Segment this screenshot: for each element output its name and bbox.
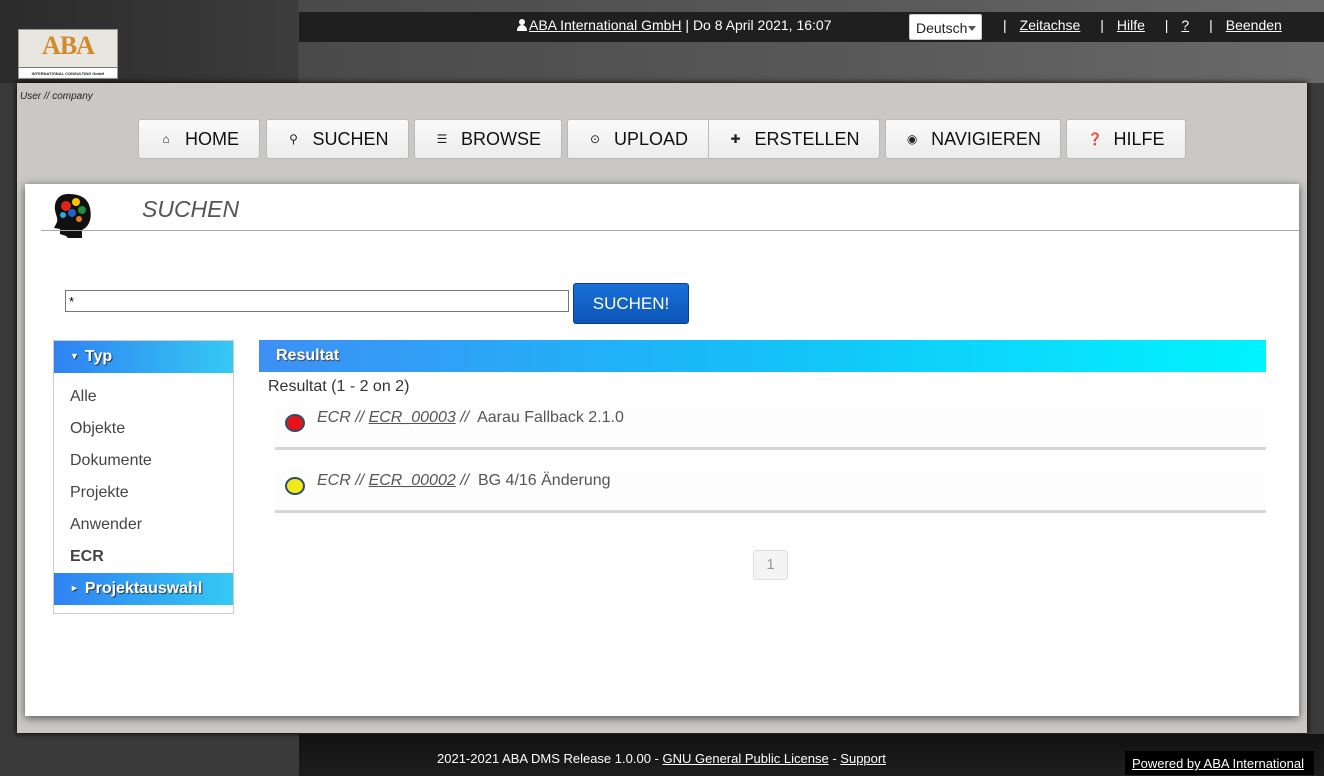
language-select[interactable]: Deutsch xyxy=(909,14,982,40)
status-yellow-icon xyxy=(285,477,305,495)
user-link[interactable]: ABA International GmbH xyxy=(529,17,682,33)
results-count: Resultat (1 - 2 on 2) xyxy=(268,378,410,395)
sidebar-item-projekte[interactable]: Projekte xyxy=(70,484,129,502)
nav-search-button[interactable]: ⚲ SUCHEN xyxy=(266,119,409,159)
powered-by-link[interactable]: Powered by ABA International xyxy=(1132,756,1304,771)
list-icon: ☰ xyxy=(436,132,448,146)
license-link[interactable]: GNU General Public License xyxy=(663,751,829,766)
nav-upload-label: UPLOAD xyxy=(613,128,689,149)
eye-icon: ◉ xyxy=(906,132,918,146)
triangle-right-icon: ► xyxy=(70,583,79,593)
sidebar-item-ecr[interactable]: ECR xyxy=(70,548,104,566)
logout-link[interactable]: Beenden xyxy=(1226,17,1282,33)
result-type: ECR xyxy=(317,409,351,426)
result-row[interactable]: ECR // ECR_00003 // Aarau Fallback 2.1.0 xyxy=(275,404,1266,450)
sidebar-project-header[interactable]: ► Projektauswahl xyxy=(54,573,233,605)
nav-help-label: HILFE xyxy=(1113,128,1165,149)
footer-release-text: 2021-2021 ABA DMS Release 1.0.00 - xyxy=(437,751,659,766)
upload-icon: ⊙ xyxy=(589,132,601,146)
user-info: ABA International GmbH | Do 8 April 2021… xyxy=(516,17,832,33)
sidebar-item-anwender[interactable]: Anwender xyxy=(70,516,142,534)
nav-help-button[interactable]: ❓ HILFE xyxy=(1066,119,1186,159)
search-submit-button[interactable]: SUCHEN! xyxy=(573,283,689,324)
result-id-link[interactable]: ECR_00002 xyxy=(369,472,456,489)
sidebar-item-alle[interactable]: Alle xyxy=(70,388,97,406)
nav-browse-label: BROWSE xyxy=(460,128,541,149)
type-filter-sidebar: ▼ Typ Alle Objekte Dokumente Projekte Anw… xyxy=(53,340,234,614)
triangle-down-icon: ▼ xyxy=(70,351,79,361)
nav-create-label: ERSTELLEN xyxy=(754,128,860,149)
footer: 2021-2021 ABA DMS Release 1.0.00 - GNU G… xyxy=(437,751,886,766)
title-divider xyxy=(41,230,1299,231)
pagination-page-1[interactable]: 1 xyxy=(753,550,788,580)
sidebar-item-objekte[interactable]: Objekte xyxy=(70,420,125,438)
results-header: Resultat xyxy=(259,340,1266,372)
nav-navigate-button[interactable]: ◉ NAVIGIEREN xyxy=(885,119,1061,159)
language-value: Deutsch xyxy=(916,20,968,36)
user-company-breadcrumb: User // company xyxy=(20,91,93,102)
status-red-icon xyxy=(285,414,305,432)
sidebar-type-label: Typ xyxy=(84,348,113,365)
help-link[interactable]: Hilfe xyxy=(1117,17,1145,33)
logo-mark: ABA xyxy=(42,31,95,60)
nav-create-button[interactable]: ✚ ERSTELLEN xyxy=(708,119,880,159)
question-link[interactable]: ? xyxy=(1181,17,1189,33)
chevron-down-icon xyxy=(968,26,976,31)
sidebar-item-dokumente[interactable]: Dokumente xyxy=(70,452,152,470)
nav-navigate-label: NAVIGIEREN xyxy=(931,128,1041,149)
sidebar-type-header[interactable]: ▼ Typ xyxy=(54,341,233,373)
company-logo[interactable]: ABA INTERNATIONAL CONSULTING GmbH xyxy=(18,29,118,79)
result-text: ECR // ECR_00003 // Aarau Fallback 2.1.0 xyxy=(317,409,624,426)
top-links: | Zeitachse | Hilfe |? | Beenden xyxy=(1003,17,1282,33)
result-title: Aarau Fallback 2.1.0 xyxy=(477,409,624,426)
timeline-link[interactable]: Zeitachse xyxy=(1020,17,1081,33)
brain-gears-icon xyxy=(54,194,91,238)
current-datetime: | Do 8 April 2021, 16:07 xyxy=(685,17,832,33)
question-icon: ❓ xyxy=(1087,132,1103,146)
support-link[interactable]: Support xyxy=(840,751,886,766)
home-icon: ⌂ xyxy=(162,132,170,146)
content-card: SUCHEN SUCHEN! ▼ Typ Alle Objekte Dokumen… xyxy=(25,184,1299,716)
result-text: ECR // ECR_00002 // BG 4/16 Änderung xyxy=(317,472,611,489)
search-input[interactable] xyxy=(65,290,569,312)
search-icon: ⚲ xyxy=(289,132,298,146)
sidebar-project-label: Projektauswahl xyxy=(84,580,203,597)
page-title: SUCHEN xyxy=(142,196,240,222)
powered-by: Powered by ABA International xyxy=(1125,751,1314,775)
footer-dash: - xyxy=(832,751,837,766)
nav-home-label: HOME xyxy=(185,128,239,149)
result-type: ECR xyxy=(317,472,351,489)
nav-search-label: SUCHEN xyxy=(312,128,389,149)
nav-home-button[interactable]: ⌂ HOME xyxy=(138,119,260,159)
nav-upload-button[interactable]: ⊙ UPLOAD xyxy=(567,119,709,159)
result-title: BG 4/16 Änderung xyxy=(477,472,611,489)
logo-subtitle: INTERNATIONAL CONSULTING GmbH xyxy=(19,67,117,78)
result-id-link[interactable]: ECR_00003 xyxy=(369,409,456,426)
plus-icon: ✚ xyxy=(730,132,741,146)
result-row[interactable]: ECR // ECR_00002 // BG 4/16 Änderung xyxy=(275,467,1266,513)
user-icon xyxy=(516,19,528,31)
nav-browse-button[interactable]: ☰ BROWSE xyxy=(414,119,562,159)
